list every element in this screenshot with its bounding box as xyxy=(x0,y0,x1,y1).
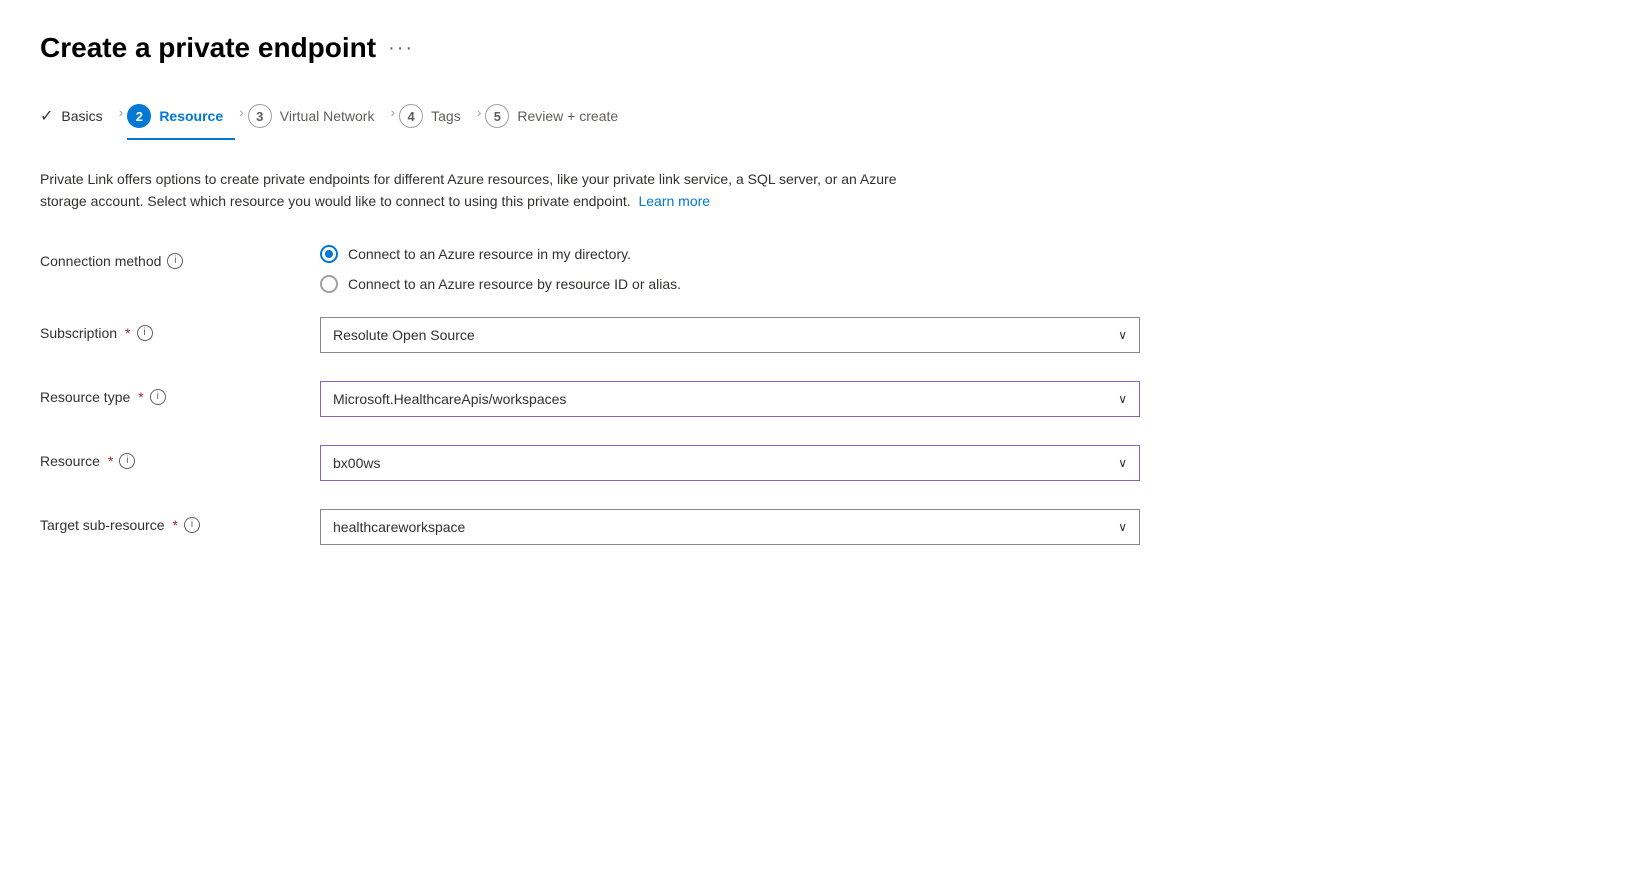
subscription-input-col: Resolute Open Source ∨ xyxy=(320,317,1140,353)
description-text: Private Link offers options to create pr… xyxy=(40,168,940,213)
target-sub-resource-chevron-icon: ∨ xyxy=(1118,520,1127,534)
page-title: Create a private endpoint xyxy=(40,32,376,64)
connection-method-radio-group: Connect to an Azure resource in my direc… xyxy=(320,245,1140,293)
resource-row: Resource * i bx00ws ∨ xyxy=(40,445,1140,485)
resource-input-col: bx00ws ∨ xyxy=(320,445,1140,481)
target-sub-resource-input-col: healthcareworkspace ∨ xyxy=(320,509,1140,545)
target-sub-resource-value: healthcareworkspace xyxy=(333,519,465,535)
resource-type-label: Resource type xyxy=(40,389,130,405)
step-review-create-circle: 5 xyxy=(485,104,509,128)
radio-circle-directory xyxy=(320,245,338,263)
step-review-create[interactable]: 5 Review + create xyxy=(485,96,630,140)
step-tags-label: Tags xyxy=(431,108,461,124)
step-tags[interactable]: 4 Tags xyxy=(399,96,473,140)
subscription-info-icon[interactable]: i xyxy=(137,325,153,341)
resource-type-info-icon[interactable]: i xyxy=(150,389,166,405)
learn-more-link[interactable]: Learn more xyxy=(638,193,710,209)
resource-label-col: Resource * i xyxy=(40,445,320,469)
subscription-label: Subscription xyxy=(40,325,117,341)
target-sub-resource-label: Target sub-resource xyxy=(40,517,165,533)
resource-dropdown[interactable]: bx00ws ∨ xyxy=(320,445,1140,481)
subscription-label-col: Subscription * i xyxy=(40,317,320,341)
resource-type-label-col: Resource type * i xyxy=(40,381,320,405)
connection-method-input-col: Connect to an Azure resource in my direc… xyxy=(320,245,1140,293)
step-separator-1: › xyxy=(119,104,124,120)
ellipsis-menu-icon[interactable]: ··· xyxy=(388,37,414,60)
step-resource[interactable]: 2 Resource xyxy=(127,96,235,140)
target-sub-resource-dropdown[interactable]: healthcareworkspace ∨ xyxy=(320,509,1140,545)
step-virtual-network-circle: 3 xyxy=(248,104,272,128)
step-tags-circle: 4 xyxy=(399,104,423,128)
step-review-create-label: Review + create xyxy=(517,108,618,124)
step-separator-3: › xyxy=(390,104,395,120)
radio-circle-resource-id xyxy=(320,275,338,293)
subscription-row: Subscription * i Resolute Open Source ∨ xyxy=(40,317,1140,357)
step-separator-2: › xyxy=(239,104,244,120)
subscription-required: * xyxy=(125,325,130,341)
step-separator-4: › xyxy=(477,104,482,120)
step-basics[interactable]: ✓ Basics xyxy=(40,98,115,138)
target-sub-resource-label-col: Target sub-resource * i xyxy=(40,509,320,533)
step-resource-circle: 2 xyxy=(127,104,151,128)
step-resource-label: Resource xyxy=(159,108,223,124)
radio-label-directory: Connect to an Azure resource in my direc… xyxy=(348,246,631,262)
resource-type-row: Resource type * i Microsoft.HealthcareAp… xyxy=(40,381,1140,421)
radio-option-resource-id[interactable]: Connect to an Azure resource by resource… xyxy=(320,275,1140,293)
resource-type-input-col: Microsoft.HealthcareApis/workspaces ∨ xyxy=(320,381,1140,417)
subscription-value: Resolute Open Source xyxy=(333,327,475,343)
resource-info-icon[interactable]: i xyxy=(119,453,135,469)
resource-value: bx00ws xyxy=(333,455,380,471)
resource-label: Resource xyxy=(40,453,100,469)
page-header: Create a private endpoint ··· xyxy=(40,32,1608,64)
resource-type-value: Microsoft.HealthcareApis/workspaces xyxy=(333,391,566,407)
resource-required: * xyxy=(108,453,113,469)
resource-type-dropdown[interactable]: Microsoft.HealthcareApis/workspaces ∨ xyxy=(320,381,1140,417)
resource-chevron-icon: ∨ xyxy=(1118,456,1127,470)
radio-option-directory[interactable]: Connect to an Azure resource in my direc… xyxy=(320,245,1140,263)
subscription-dropdown[interactable]: Resolute Open Source ∨ xyxy=(320,317,1140,353)
connection-method-label-col: Connection method i xyxy=(40,245,320,269)
connection-method-label: Connection method xyxy=(40,253,161,269)
resource-type-chevron-icon: ∨ xyxy=(1118,392,1127,406)
form-section: Connection method i Connect to an Azure … xyxy=(40,245,1140,549)
resource-type-required: * xyxy=(138,389,143,405)
connection-method-info-icon[interactable]: i xyxy=(167,253,183,269)
step-basics-label: Basics xyxy=(61,108,102,124)
target-sub-resource-required: * xyxy=(173,517,178,533)
radio-dot-directory xyxy=(325,250,333,258)
target-sub-resource-row: Target sub-resource * i healthcareworksp… xyxy=(40,509,1140,549)
check-icon: ✓ xyxy=(40,106,53,126)
radio-label-resource-id: Connect to an Azure resource by resource… xyxy=(348,276,681,292)
target-sub-resource-info-icon[interactable]: i xyxy=(184,517,200,533)
step-virtual-network-label: Virtual Network xyxy=(280,108,375,124)
wizard-steps: ✓ Basics › 2 Resource › 3 Virtual Networ… xyxy=(40,96,1608,140)
subscription-chevron-icon: ∨ xyxy=(1118,328,1127,342)
connection-method-row: Connection method i Connect to an Azure … xyxy=(40,245,1140,293)
step-virtual-network[interactable]: 3 Virtual Network xyxy=(248,96,387,140)
